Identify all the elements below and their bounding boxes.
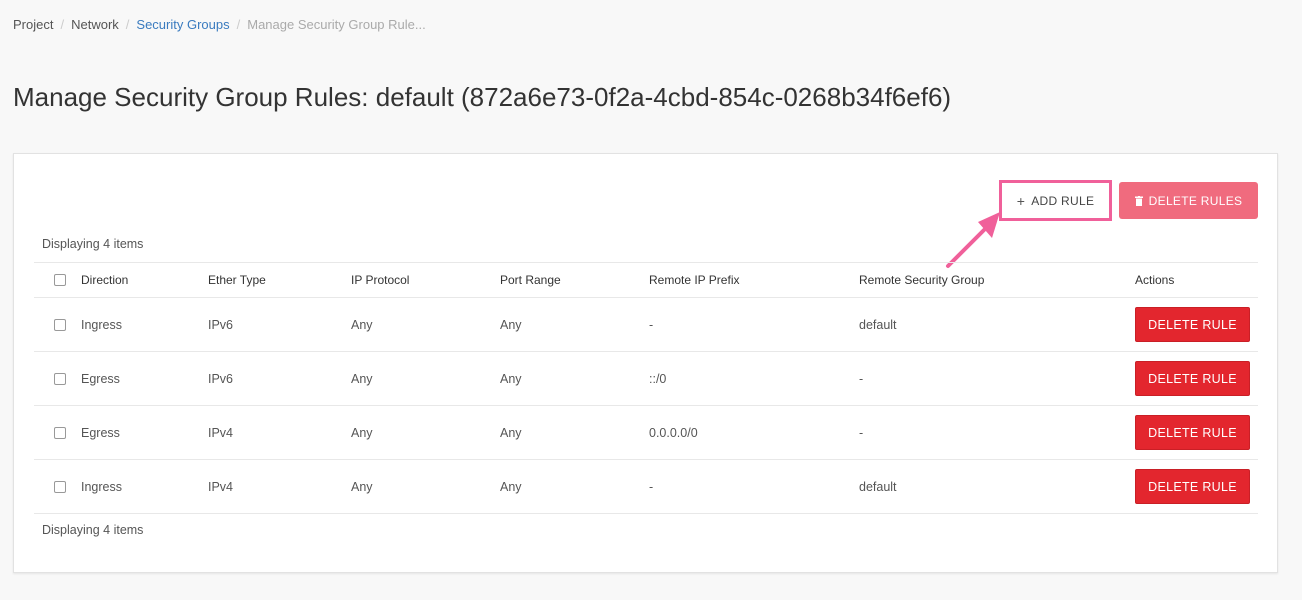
trash-icon <box>1134 195 1143 206</box>
cell-port-range: Any <box>500 371 522 386</box>
cell-remote-security-group: - <box>859 425 864 440</box>
cell-ip-protocol: Any <box>351 371 373 386</box>
breadcrumb-separator: / <box>60 17 65 32</box>
header-ether-type[interactable]: Ether Type <box>208 273 266 287</box>
header-remote-ip-prefix[interactable]: Remote IP Prefix <box>649 273 739 287</box>
cell-ether-type: IPv4 <box>208 479 234 494</box>
page-title: Manage Security Group Rules: default (87… <box>13 82 952 112</box>
header-direction[interactable]: Direction <box>81 273 128 287</box>
breadcrumb-security-groups[interactable]: Security Groups <box>136 17 229 32</box>
cell-remote-security-group: - <box>859 371 864 386</box>
table-row: Egress IPv4 Any Any 0.0.0.0/0 - DELETE R… <box>34 405 1258 459</box>
cell-ip-protocol: Any <box>351 425 373 440</box>
header-remote-security-group[interactable]: Remote Security Group <box>859 273 984 287</box>
item-count-top: Displaying 4 items <box>42 237 144 251</box>
cell-ip-protocol: Any <box>351 317 373 332</box>
breadcrumb-current: Manage Security Group Rule... <box>247 17 426 32</box>
table-row: Egress IPv6 Any Any ::/0 - DELETE RULE <box>34 351 1258 405</box>
header-actions: Actions <box>1135 273 1175 287</box>
delete-rules-button[interactable]: DELETE RULES <box>1119 182 1258 219</box>
cell-remote-ip-prefix: - <box>649 479 654 494</box>
header-port-range[interactable]: Port Range <box>500 273 561 287</box>
delete-rule-button[interactable]: DELETE RULE <box>1135 415 1250 450</box>
cell-remote-ip-prefix: 0.0.0.0/0 <box>649 425 698 440</box>
cell-ether-type: IPv4 <box>208 425 234 440</box>
rules-table: Direction Ether Type IP Protocol Port Ra… <box>34 262 1258 514</box>
table-row: Ingress IPv6 Any Any - default DELETE RU… <box>34 297 1258 351</box>
cell-remote-security-group: default <box>859 479 897 494</box>
add-rule-button[interactable]: + ADD RULE <box>999 180 1112 221</box>
row-checkbox[interactable] <box>54 480 66 493</box>
delete-rule-button[interactable]: DELETE RULE <box>1135 469 1250 504</box>
cell-remote-ip-prefix: ::/0 <box>649 371 667 386</box>
item-count-bottom: Displaying 4 items <box>42 523 144 537</box>
breadcrumb-network[interactable]: Network <box>71 17 119 32</box>
row-checkbox[interactable] <box>54 426 66 439</box>
plus-icon: + <box>1016 192 1026 209</box>
cell-remote-ip-prefix: - <box>649 317 654 332</box>
cell-ether-type: IPv6 <box>208 317 234 332</box>
cell-ip-protocol: Any <box>351 479 373 494</box>
breadcrumb-project[interactable]: Project <box>13 17 53 32</box>
cell-remote-security-group: default <box>859 317 897 332</box>
header-ip-protocol[interactable]: IP Protocol <box>351 273 409 287</box>
cell-direction: Ingress <box>81 317 122 332</box>
breadcrumb-separator: / <box>125 17 130 32</box>
select-all-checkbox[interactable] <box>54 274 66 286</box>
delete-rule-button[interactable]: DELETE RULE <box>1135 307 1250 342</box>
cell-direction: Egress <box>81 371 120 386</box>
add-rule-label: ADD RULE <box>1031 193 1095 208</box>
cell-port-range: Any <box>500 317 522 332</box>
table-row: Ingress IPv4 Any Any - default DELETE RU… <box>34 459 1258 514</box>
row-checkbox[interactable] <box>54 318 66 331</box>
delete-rule-button[interactable]: DELETE RULE <box>1135 361 1250 396</box>
cell-direction: Egress <box>81 425 120 440</box>
breadcrumb-separator: / <box>236 17 241 32</box>
table-header-row: Direction Ether Type IP Protocol Port Ra… <box>34 262 1258 297</box>
row-checkbox[interactable] <box>54 372 66 385</box>
cell-direction: Ingress <box>81 479 122 494</box>
delete-rules-label: DELETE RULES <box>1148 193 1243 208</box>
cell-port-range: Any <box>500 425 522 440</box>
cell-ether-type: IPv6 <box>208 371 234 386</box>
cell-port-range: Any <box>500 479 522 494</box>
breadcrumb: Project / Network / Security Groups / Ma… <box>13 17 426 32</box>
